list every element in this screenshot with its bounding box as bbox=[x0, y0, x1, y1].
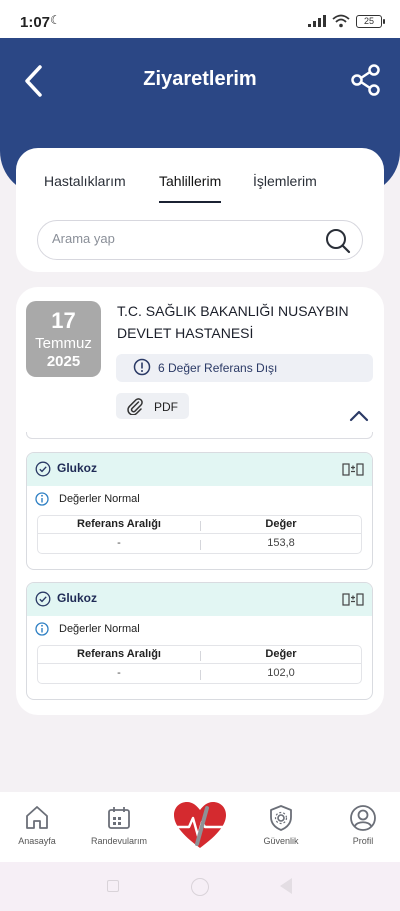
result-card[interactable]: Glukoz Değerler Normal Referans Aralığı … bbox=[26, 452, 373, 570]
results-list: Glukoz Değerler Normal Referans Aralığı … bbox=[26, 432, 373, 707]
pdf-button[interactable]: PDF bbox=[116, 393, 189, 419]
battery-icon: 25 bbox=[356, 14, 385, 28]
status-icons: 25 bbox=[308, 14, 385, 28]
col-reference-range: Referans Aralığı bbox=[77, 518, 161, 530]
recents-icon[interactable] bbox=[107, 880, 119, 892]
result-name: Glukoz bbox=[57, 591, 98, 605]
tab-islemlerim[interactable]: İşlemlerim bbox=[253, 173, 317, 197]
check-circle-icon bbox=[35, 591, 51, 607]
pdf-label: PDF bbox=[154, 400, 178, 414]
home-button-icon[interactable] bbox=[191, 878, 209, 896]
info-icon bbox=[133, 358, 151, 376]
result-value: 153,8 bbox=[267, 537, 295, 549]
visit-year: 2025 bbox=[46, 353, 81, 370]
nav-security[interactable]: Güvenlik bbox=[256, 804, 306, 846]
back-triangle-icon[interactable] bbox=[280, 878, 292, 894]
tab-hastaliklarim[interactable]: Hastalıklarım bbox=[44, 173, 126, 197]
result-table-header: Referans Aralığı Değer bbox=[38, 646, 361, 664]
nav-profile[interactable]: Profil bbox=[338, 804, 388, 846]
tabs-card: Hastalıklarım Tahlillerim İşlemlerim bbox=[16, 148, 384, 272]
col-value: Değer bbox=[265, 518, 297, 530]
result-name: Glukoz bbox=[57, 461, 98, 475]
visit-card: 17 Temmuz 2025 T.C. SAĞLIK BAKANLIĞI NUS… bbox=[16, 287, 384, 715]
compare-icon[interactable] bbox=[342, 462, 364, 477]
tab-tahlillerim[interactable]: Tahlillerim bbox=[159, 173, 222, 203]
info-icon bbox=[35, 492, 49, 506]
system-nav-bar bbox=[0, 862, 400, 911]
nav-appointments-label: Randevularım bbox=[90, 836, 148, 846]
col-value: Değer bbox=[265, 648, 297, 660]
result-table-row: - 153,8 bbox=[38, 535, 361, 554]
search-icon[interactable] bbox=[324, 227, 352, 255]
heart-logo-icon[interactable] bbox=[171, 800, 229, 852]
moon-icon: ☾ bbox=[50, 13, 61, 27]
page-title: Ziyaretlerim bbox=[143, 68, 257, 90]
shield-gear-icon bbox=[270, 805, 292, 831]
signal-icon bbox=[308, 15, 326, 27]
check-circle-icon bbox=[35, 461, 51, 477]
tab-bar: Hastalıklarım Tahlillerim İşlemlerim bbox=[16, 173, 384, 205]
result-table: Referans Aralığı Değer - 102,0 bbox=[37, 645, 362, 684]
nav-home[interactable]: Anasayfa bbox=[12, 804, 62, 846]
home-icon bbox=[26, 806, 48, 829]
search-box bbox=[37, 220, 363, 260]
nav-appointments[interactable]: Randevularım bbox=[84, 804, 154, 846]
share-icon[interactable] bbox=[350, 64, 382, 96]
result-value: 102,0 bbox=[267, 667, 295, 679]
col-reference-range: Referans Aralığı bbox=[77, 648, 161, 660]
reference-range-value: - bbox=[117, 537, 121, 549]
info-icon bbox=[35, 622, 49, 636]
result-card[interactable]: Glukoz Değerler Normal Referans Aralığı … bbox=[26, 582, 373, 700]
hospital-name: T.C. SAĞLIK BAKANLIĞI NUSAYBIN DEVLET HA… bbox=[117, 303, 349, 341]
results-divider bbox=[26, 432, 373, 439]
reference-alert-badge[interactable]: 6 Değer Referans Dışı bbox=[116, 354, 373, 382]
result-table: Referans Aralığı Değer - 153,8 bbox=[37, 515, 362, 554]
status-bar: 1:07 ☾ 25 bbox=[0, 0, 400, 40]
result-table-row: - 102,0 bbox=[38, 665, 361, 684]
calendar-icon bbox=[108, 807, 130, 829]
visit-month: Temmuz bbox=[35, 335, 92, 352]
bottom-nav: Anasayfa Randevularım Güvenlik Profil bbox=[0, 792, 400, 862]
result-status: Değerler Normal bbox=[59, 493, 140, 505]
visit-day: 17 bbox=[51, 308, 76, 333]
status-time: 1:07 bbox=[20, 14, 51, 31]
paperclip-icon bbox=[127, 398, 143, 415]
reference-alert-text: 6 Değer Referans Dışı bbox=[158, 361, 278, 375]
search-input[interactable] bbox=[52, 231, 302, 246]
result-table-header: Referans Aralığı Değer bbox=[38, 516, 361, 534]
visit-date: 17 Temmuz 2025 bbox=[26, 301, 101, 377]
nav-profile-label: Profil bbox=[352, 836, 374, 846]
nav-security-label: Güvenlik bbox=[263, 836, 299, 846]
nav-home-label: Anasayfa bbox=[18, 836, 56, 846]
profile-icon bbox=[350, 805, 376, 831]
reference-range-value: - bbox=[117, 667, 121, 679]
compare-icon[interactable] bbox=[342, 592, 364, 607]
wifi-icon bbox=[332, 14, 350, 28]
result-status: Değerler Normal bbox=[59, 623, 140, 635]
chevron-up-icon[interactable] bbox=[348, 405, 370, 427]
